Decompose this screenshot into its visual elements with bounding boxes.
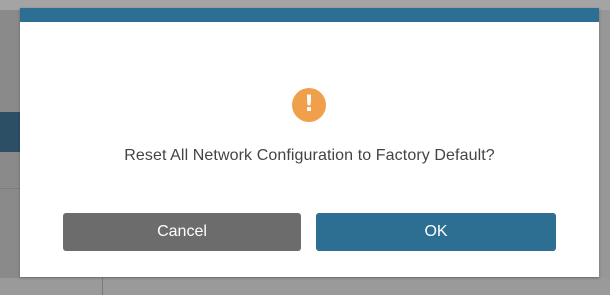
background-footer bbox=[0, 278, 610, 295]
dialog-message: Reset All Network Configuration to Facto… bbox=[124, 147, 495, 164]
dialog-header-bar bbox=[20, 8, 599, 22]
cancel-button[interactable]: Cancel bbox=[63, 213, 301, 251]
background-divider bbox=[102, 278, 103, 295]
confirm-dialog: ! Reset All Network Configuration to Fac… bbox=[20, 8, 599, 277]
background-table-rows bbox=[0, 188, 20, 280]
background-sidebar-active-item bbox=[0, 112, 20, 152]
exclamation-icon: ! bbox=[292, 88, 326, 122]
ok-button[interactable]: OK bbox=[316, 213, 556, 251]
background-right-panel bbox=[599, 10, 610, 278]
